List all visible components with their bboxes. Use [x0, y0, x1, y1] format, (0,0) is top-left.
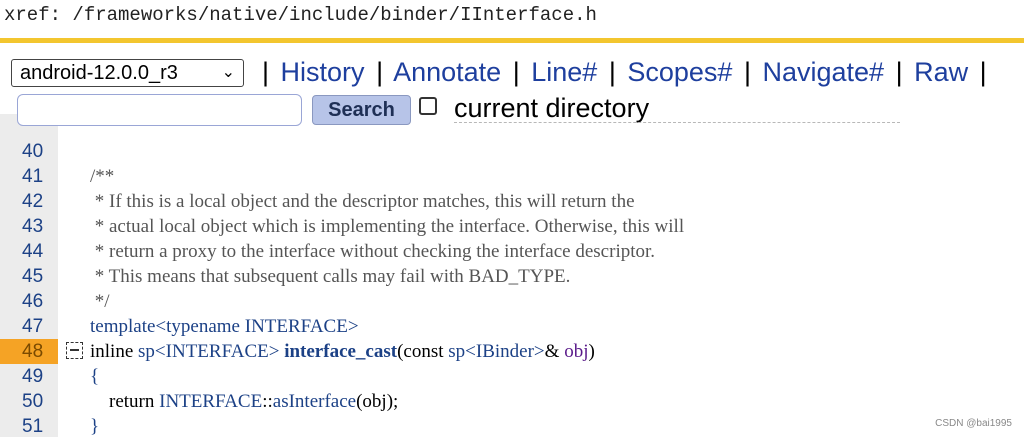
code-text: return INTERFACE::asInterface(obj); — [90, 389, 398, 414]
code-line: 45 * This means that subsequent calls ma… — [0, 264, 1024, 289]
interface-link[interactable]: INTERFACE — [159, 391, 262, 412]
line-number[interactable]: 51 — [0, 414, 58, 437]
as-interface-link[interactable]: asInterface — [273, 391, 356, 412]
call-args: (obj); — [356, 391, 399, 412]
nav-separator: | — [979, 57, 987, 87]
line-number[interactable]: 44 — [0, 239, 58, 264]
keyword-return: return — [109, 391, 155, 412]
code-text: /** — [90, 166, 115, 187]
scopes-link[interactable]: Scopes# — [627, 57, 732, 87]
keyword-const: const — [403, 341, 444, 362]
code-text: * return a proxy to the interface withou… — [90, 241, 656, 262]
line-number[interactable]: 47 — [0, 314, 58, 339]
nav-separator: | — [895, 57, 903, 87]
keyword-inline: inline — [90, 341, 134, 362]
return-type-link[interactable]: sp<INTERFACE> — [138, 341, 279, 362]
line-number-highlighted[interactable]: 48 — [0, 339, 58, 364]
nav-separator: | — [743, 57, 751, 87]
code-line: 51 } — [0, 414, 1024, 437]
accent-bar — [0, 38, 1024, 43]
xref-path: xref: /frameworks/native/include/binder/… — [4, 4, 597, 26]
nav-links: | History | Annotate | Line# | Scopes# |… — [258, 52, 991, 92]
reference-symbol: & — [544, 341, 565, 362]
code-line: 40 — [0, 139, 1024, 164]
code-line-highlighted: 48 inline sp<INTERFACE> interface_cast(c… — [0, 339, 1024, 364]
code-text: template<typename INTERFACE> — [90, 316, 359, 337]
chevron-down-icon: ⌄ — [221, 64, 235, 81]
search-button[interactable]: Search — [312, 95, 411, 125]
annotate-link[interactable]: Annotate — [393, 57, 501, 87]
nav-separator: | — [262, 57, 270, 87]
param-type-link[interactable]: sp<IBinder> — [448, 341, 544, 362]
code-line: 50 return INTERFACE::asInterface(obj); — [0, 389, 1024, 414]
line-number[interactable]: 49 — [0, 364, 58, 389]
line-number[interactable]: 45 — [0, 264, 58, 289]
raw-link[interactable]: Raw — [914, 57, 968, 87]
version-select-value: android-12.0.0_r3 — [20, 62, 178, 84]
code-line: 47 template<typename INTERFACE> — [0, 314, 1024, 339]
line-number[interactable]: 42 — [0, 189, 58, 214]
line-number[interactable]: 50 — [0, 389, 58, 414]
version-select[interactable]: android-12.0.0_r3 ⌄ — [11, 59, 244, 87]
line-numbers-link[interactable]: Line# — [531, 57, 597, 87]
nav-separator: | — [608, 57, 616, 87]
code-text: inline sp<INTERFACE> interface_cast(cons… — [90, 339, 595, 364]
code-line: 46 */ — [0, 289, 1024, 314]
watermark: CSDN @bai1995 — [935, 418, 1012, 429]
collapse-scope-icon[interactable] — [66, 342, 83, 359]
code-text: { — [90, 366, 100, 387]
divider-dashed — [454, 122, 900, 123]
code-text: * This means that subsequent calls may f… — [90, 266, 571, 287]
nav-separator: | — [512, 57, 520, 87]
line-number[interactable]: 46 — [0, 289, 58, 314]
navigate-link[interactable]: Navigate# — [762, 57, 884, 87]
line-number[interactable]: 41 — [0, 164, 58, 189]
nav-separator: | — [376, 57, 384, 87]
param-obj-link[interactable]: obj — [564, 341, 588, 362]
function-name-link[interactable]: interface_cast — [284, 341, 397, 362]
code-line: 49 { — [0, 364, 1024, 389]
search-input[interactable] — [17, 94, 302, 126]
code-line: 41 /** — [0, 164, 1024, 189]
code-text: * actual local object which is implement… — [90, 216, 685, 237]
close-paren: ) — [588, 341, 595, 362]
current-directory-checkbox[interactable] — [419, 97, 437, 115]
code-line: 44 * return a proxy to the interface wit… — [0, 239, 1024, 264]
code-text: * If this is a local object and the desc… — [90, 191, 635, 212]
code-line: 42 * If this is a local object and the d… — [0, 189, 1024, 214]
current-directory-label: current directory — [454, 93, 650, 123]
line-number[interactable]: 40 — [0, 139, 58, 164]
line-number[interactable]: 43 — [0, 214, 58, 239]
code-text: } — [90, 416, 100, 437]
code-view: 39 // 40 41 /** 42 * If this is a local … — [0, 114, 1024, 437]
code-line: 43 * actual local object which is implem… — [0, 214, 1024, 239]
code-text: */ — [90, 291, 110, 312]
history-link[interactable]: History — [281, 57, 365, 87]
scope-operator: :: — [262, 391, 273, 412]
